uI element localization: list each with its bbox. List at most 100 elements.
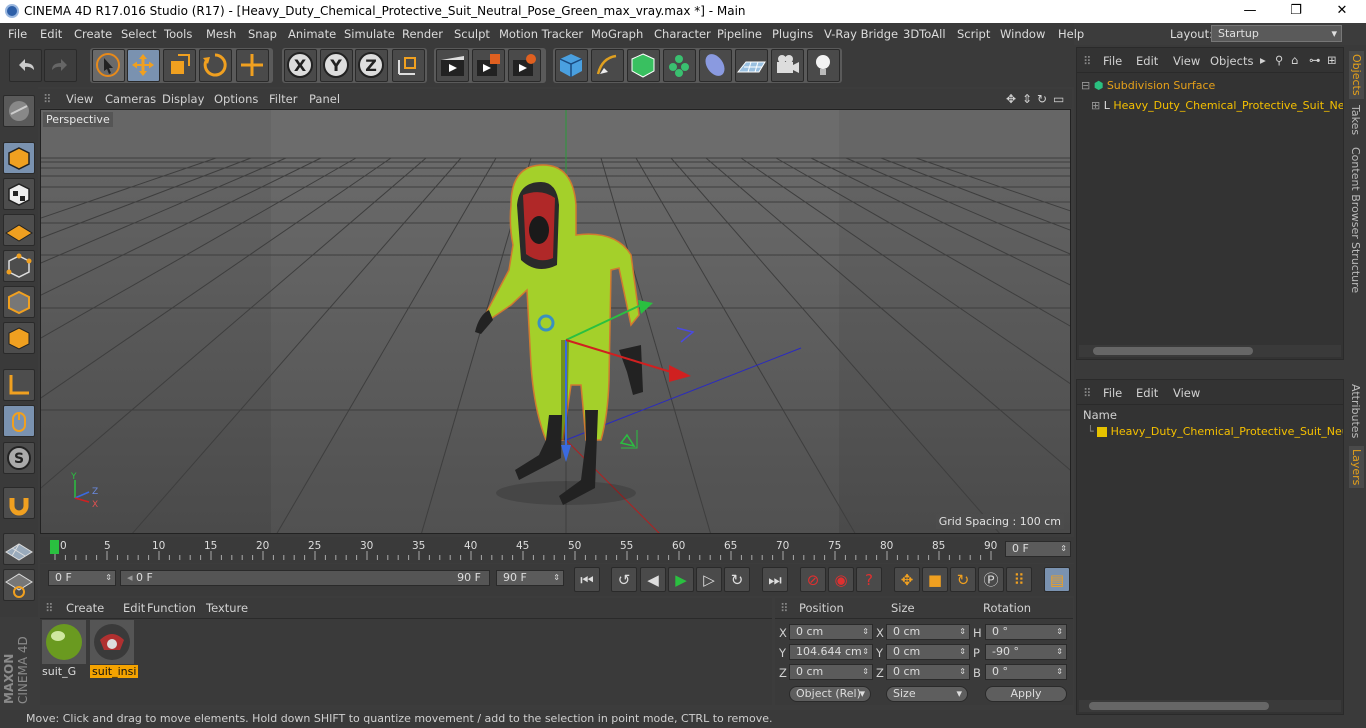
menu-mesh[interactable]: Mesh — [206, 27, 236, 41]
texture-mode-button[interactable] — [3, 178, 35, 210]
close-button[interactable]: ✕ — [1319, 0, 1365, 23]
subdivision-surface-button[interactable] — [627, 49, 660, 82]
perspective-viewport[interactable]: Y Z X Perspective Grid Spacing : 100 cm — [40, 109, 1071, 534]
current-frame-field[interactable]: 0 F ⇕ — [1005, 541, 1071, 557]
z-axis-button[interactable]: Z — [355, 49, 388, 82]
snap-button[interactable]: S — [3, 442, 35, 474]
menu-snap[interactable]: Snap — [248, 27, 277, 41]
pos-y-field[interactable]: 104.644 cm ⇕ — [789, 644, 873, 660]
material-menu-function[interactable]: Function — [147, 601, 196, 615]
keyframe-selection-button[interactable]: ? — [856, 567, 882, 592]
model-mode-button[interactable] — [3, 142, 35, 174]
menu-motion-tracker[interactable]: Motion Tracker — [499, 27, 583, 41]
coordinate-mode-dropdown[interactable]: Object (Rel) ▾ — [789, 686, 871, 702]
menu-create[interactable]: Create — [74, 27, 112, 41]
menu-animate[interactable]: Animate — [288, 27, 336, 41]
object-row-subdivision[interactable]: ⊟ ⬢ Subdivision Surface — [1081, 79, 1341, 92]
timeline-ruler[interactable]: 0 5 10 15 20 25 30 35 40 45 50 55 60 65 … — [40, 537, 1074, 563]
key-position-button[interactable]: ✥ — [894, 567, 920, 592]
viewport-dolly-icon[interactable]: ⇕ — [1022, 92, 1032, 106]
prev-key-button[interactable]: ↺ — [611, 567, 637, 592]
rot-h-field[interactable]: 0 ° ⇕ — [985, 624, 1067, 640]
object-menu-edit[interactable]: Edit — [1136, 54, 1158, 68]
menu-window[interactable]: Window — [1000, 27, 1045, 41]
material-swatch[interactable]: suit_G — [42, 620, 86, 678]
key-pla-button[interactable]: ⠿ — [1006, 567, 1032, 592]
viewport-pan-icon[interactable]: ✥ — [1006, 92, 1016, 106]
size-x-field[interactable]: 0 cm ⇕ — [886, 624, 970, 640]
play-button[interactable]: ▶ — [668, 567, 694, 592]
menu-pipeline[interactable]: Pipeline — [717, 27, 762, 41]
pos-z-field[interactable]: 0 cm ⇕ — [789, 664, 873, 680]
polygons-mode-button[interactable] — [3, 322, 35, 354]
material-swatch-selected[interactable]: suit_insi — [90, 620, 139, 678]
side-tab-layers[interactable]: Layers — [1349, 446, 1364, 489]
render-picture-viewer-button[interactable] — [472, 49, 505, 82]
link-icon[interactable]: ⊶ — [1309, 53, 1321, 67]
scrollbar-thumb[interactable] — [1093, 347, 1253, 355]
timeline-window-button[interactable]: ▤ — [1044, 567, 1070, 592]
search-icon[interactable]: ⚲ — [1275, 53, 1283, 67]
object-scrollbar[interactable] — [1079, 345, 1341, 357]
menu-edit[interactable]: Edit — [40, 27, 62, 41]
pen-tool-button[interactable] — [591, 49, 624, 82]
viewport-maximize-icon[interactable]: ▭ — [1053, 92, 1064, 106]
key-rotation-button[interactable]: ↻ — [950, 567, 976, 592]
object-menu-file[interactable]: File — [1103, 54, 1122, 68]
material-menu-texture[interactable]: Texture — [206, 601, 248, 615]
menu-character[interactable]: Character — [654, 27, 711, 41]
pos-x-field[interactable]: 0 cm ⇕ — [789, 624, 873, 640]
add-cube-button[interactable] — [555, 49, 588, 82]
record-keys-button[interactable]: ⊘ — [800, 567, 826, 592]
y-axis-button[interactable]: Y — [320, 49, 353, 82]
menu-help[interactable]: Help — [1058, 27, 1084, 41]
render-view-button[interactable] — [436, 49, 469, 82]
viewport-rotate-icon[interactable]: ↻ — [1037, 92, 1047, 106]
scale-tool-button[interactable] — [163, 49, 196, 82]
viewport-menu-panel[interactable]: Panel — [309, 92, 340, 106]
autokey-button[interactable]: ◉ — [828, 567, 854, 592]
layer-color-swatch[interactable] — [1097, 427, 1108, 437]
redo-button[interactable] — [44, 49, 77, 82]
recent-tool-button[interactable] — [236, 49, 269, 82]
more-menu-arrow-icon[interactable]: ▸ — [1260, 53, 1266, 67]
size-mode-dropdown[interactable]: Size ▾ — [886, 686, 968, 702]
edges-mode-button[interactable] — [3, 286, 35, 318]
material-menu-edit[interactable]: Edit — [123, 601, 145, 615]
viewport-menu-cameras[interactable]: Cameras — [105, 92, 156, 106]
goto-start-button[interactable]: ⏮ — [574, 567, 600, 592]
minimize-button[interactable]: — — [1227, 0, 1273, 23]
render-settings-button[interactable] — [508, 49, 541, 82]
home-icon[interactable]: ⌂ — [1291, 53, 1298, 67]
layout-dropdown[interactable]: Startup ▾ — [1211, 25, 1342, 42]
x-axis-button[interactable]: X — [284, 49, 317, 82]
side-tab-structure[interactable]: Structure — [1349, 242, 1362, 293]
key-scale-button[interactable]: ■ — [922, 567, 948, 592]
end-frame-field[interactable]: 90 F ⇕ — [496, 570, 564, 586]
next-frame-button[interactable]: ▷ — [696, 567, 722, 592]
tweak-mode-button[interactable] — [3, 405, 35, 437]
menu-sculpt[interactable]: Sculpt — [454, 27, 490, 41]
start-frame-field[interactable]: 0 F ⇕ — [48, 570, 116, 586]
object-row-suit[interactable]: ⊞ L Heavy_Duty_Chemical_Protective_Suit_… — [1091, 99, 1343, 112]
playhead-marker[interactable] — [50, 540, 59, 554]
points-mode-button[interactable] — [3, 250, 35, 282]
menu-mograph[interactable]: MoGraph — [591, 27, 643, 41]
menu-vray-bridge[interactable]: V-Ray Bridge — [824, 27, 898, 41]
coordinate-system-button[interactable] — [392, 49, 425, 82]
move-tool-button[interactable] — [127, 49, 160, 82]
viewport-menu-filter[interactable]: Filter — [269, 92, 297, 106]
layer-menu-edit[interactable]: Edit — [1136, 386, 1158, 400]
viewport-menu-options[interactable]: Options — [214, 92, 258, 106]
object-menu-objects[interactable]: Objects — [1210, 54, 1253, 68]
maximize-button[interactable]: ❐ — [1273, 0, 1319, 23]
floor-button[interactable] — [735, 49, 768, 82]
menu-select[interactable]: Select — [121, 27, 156, 41]
rot-p-field[interactable]: -90 ° ⇕ — [985, 644, 1067, 660]
apply-button[interactable]: Apply — [985, 686, 1067, 702]
workplane-mode-button[interactable] — [3, 214, 35, 246]
key-parameter-button[interactable]: Ⓟ — [978, 567, 1004, 592]
menu-script[interactable]: Script — [957, 27, 990, 41]
next-key-button[interactable]: ↻ — [724, 567, 750, 592]
menu-render[interactable]: Render — [402, 27, 443, 41]
